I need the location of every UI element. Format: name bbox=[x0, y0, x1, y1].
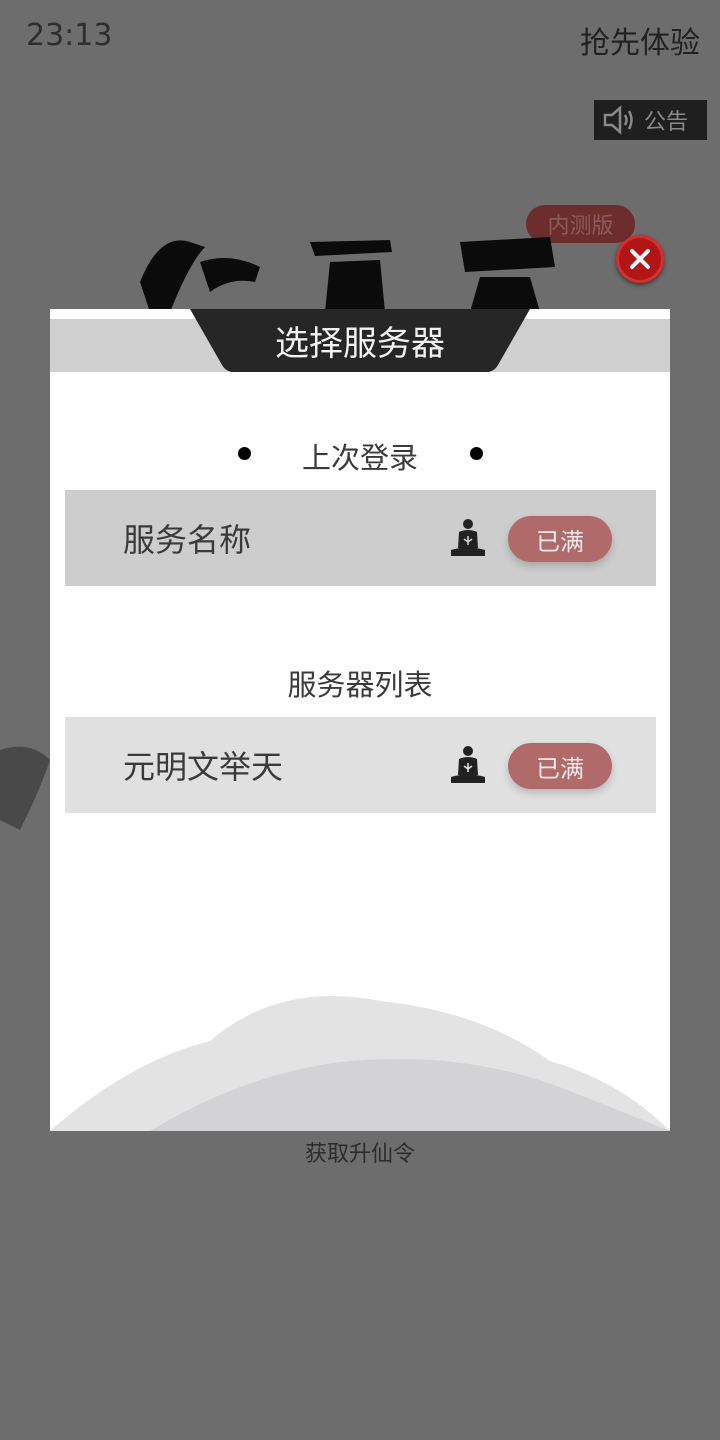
close-icon bbox=[630, 249, 650, 269]
notice-label: 公告 bbox=[644, 110, 689, 135]
server-list-label: 服务器列表 bbox=[287, 668, 433, 702]
server-list-item[interactable]: 元明文举天 已满 bbox=[65, 717, 656, 813]
speaker-icon bbox=[603, 105, 633, 135]
mountain-decoration bbox=[50, 996, 670, 1131]
get-token-link[interactable]: 获取升仙令 bbox=[0, 1136, 720, 1168]
server-select-dialog: 选择服务器 上次登录 服务名称 已满 服务器列表 元明文举天 已满 bbox=[50, 309, 670, 1131]
server-name: 服务名称 bbox=[123, 521, 252, 559]
server-name: 元明文举天 bbox=[123, 748, 284, 786]
last-login-server-row[interactable]: 服务名称 已满 bbox=[65, 490, 656, 586]
close-button[interactable] bbox=[616, 235, 664, 283]
dialog-title: 选择服务器 bbox=[275, 324, 445, 364]
status-time: 23:13 bbox=[26, 18, 113, 53]
bullet-dot bbox=[470, 447, 483, 460]
notice-button[interactable]: 公告 bbox=[594, 100, 707, 140]
meditating-figure-icon bbox=[451, 519, 485, 556]
status-badge: 已满 bbox=[508, 516, 612, 562]
meditating-figure-icon bbox=[451, 746, 485, 783]
status-badge: 已满 bbox=[508, 743, 612, 789]
last-login-label: 上次登录 bbox=[301, 441, 418, 475]
early-access-label[interactable]: 抢先体验 bbox=[580, 18, 700, 62]
game-logo bbox=[140, 237, 555, 312]
